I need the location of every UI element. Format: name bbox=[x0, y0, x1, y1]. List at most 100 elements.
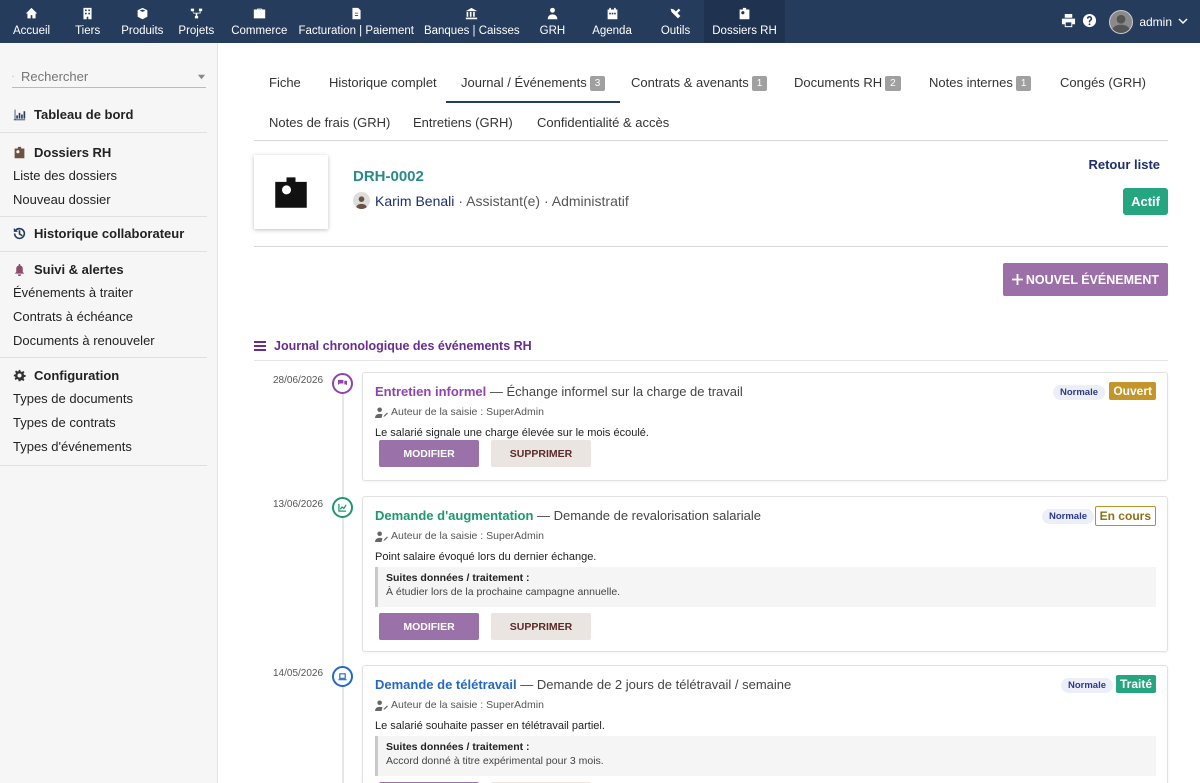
event-title: Entretien informel — Échange informel su… bbox=[375, 384, 743, 399]
caret-down-icon[interactable] bbox=[197, 69, 206, 84]
modify-button[interactable]: MODIFIER bbox=[379, 440, 479, 467]
tab-contrats[interactable]: Contrats & avenants 1 bbox=[616, 63, 782, 103]
tab-confidentialite[interactable]: Confidentialité & accès bbox=[522, 103, 684, 143]
followup-text: À étudier lors de la prochaine campagne … bbox=[386, 586, 621, 598]
sidebar-label: Dossiers RH bbox=[34, 145, 112, 160]
employee-details: · Assistant(e) · Administratif bbox=[458, 192, 629, 209]
tab-notes-frais[interactable]: Notes de frais (GRH) bbox=[254, 103, 405, 143]
list-icon bbox=[254, 341, 266, 351]
user-edit-icon bbox=[375, 699, 388, 711]
sidebar-item-liste-dossiers[interactable]: Liste des dossiers bbox=[13, 164, 207, 188]
event-title: Demande d'augmentation — Demande de reva… bbox=[375, 508, 761, 523]
tab-documents-rh[interactable]: Documents RH 2 bbox=[779, 63, 916, 103]
sidebar-item-types-evenements[interactable]: Types d'événements bbox=[13, 435, 207, 459]
nav-accueil[interactable]: Accueil bbox=[0, 0, 62, 43]
nav-facturation[interactable]: Facturation | Paiement bbox=[293, 0, 419, 43]
tools-icon bbox=[669, 7, 683, 21]
tab-label: Confidentialité & accès bbox=[537, 115, 670, 130]
event-dot bbox=[332, 373, 353, 394]
event-summary: — Échange informel sur la charge de trav… bbox=[489, 384, 743, 399]
delete-button[interactable]: SUPPRIMER bbox=[491, 440, 591, 467]
sidebar-section-suivi: Suivi & alertes Événements à traiter Con… bbox=[0, 252, 207, 358]
tab-entretiens[interactable]: Entretiens (GRH) bbox=[398, 103, 528, 143]
chart-icon bbox=[13, 109, 26, 121]
sidebar-label: Tableau de bord bbox=[34, 107, 134, 122]
nav-label: Outils bbox=[660, 24, 691, 37]
event-title: Demande de télétravail — Demande de 2 jo… bbox=[375, 677, 791, 692]
avatar[interactable] bbox=[1109, 9, 1134, 34]
tab-conges[interactable]: Congés (GRH) bbox=[1045, 63, 1161, 103]
followup-box: Suites données / traitement : À étudier … bbox=[375, 567, 1156, 607]
id-badge-icon bbox=[14, 146, 25, 159]
tab-journal[interactable]: Journal / Événements 3 bbox=[446, 63, 621, 103]
sidebar-item-documents-renouveler[interactable]: Documents à renouveler bbox=[13, 329, 207, 353]
username[interactable]: admin bbox=[1139, 15, 1172, 29]
nav-tiers[interactable]: Tiers bbox=[62, 0, 112, 43]
id-badge-icon bbox=[738, 7, 752, 21]
nav-outils[interactable]: Outils bbox=[647, 0, 704, 43]
tab-bar: Fiche Historique complet Journal / Événe… bbox=[254, 63, 1168, 141]
chart-line-icon bbox=[338, 503, 347, 512]
nav-commerce[interactable]: Commerce bbox=[220, 0, 293, 43]
sidebar-label: Historique collaborateur bbox=[34, 226, 185, 241]
sidebar-item-configuration[interactable]: Configuration bbox=[13, 358, 207, 387]
bell-icon bbox=[14, 263, 25, 276]
tab-fiche[interactable]: Fiche bbox=[254, 63, 316, 103]
new-event-label: NOUVEL ÉVÉNEMENT bbox=[1025, 272, 1159, 287]
user-edit-icon bbox=[375, 530, 388, 542]
print-icon[interactable] bbox=[1061, 13, 1076, 31]
tab-label: Documents RH bbox=[794, 75, 883, 90]
nav-produits[interactable]: Produits bbox=[112, 0, 172, 43]
sidebar-item-evenements[interactable]: Événements à traiter bbox=[13, 281, 207, 305]
nav-projets[interactable]: Projets bbox=[172, 0, 220, 43]
tab-label: Notes internes bbox=[929, 75, 1013, 90]
new-event-button[interactable]: NOUVEL ÉVÉNEMENT bbox=[1002, 263, 1168, 296]
back-to-list-link[interactable]: Retour liste bbox=[1088, 157, 1160, 172]
dossier-ref[interactable]: DRH-0002 bbox=[353, 168, 424, 185]
tab-historique-complet[interactable]: Historique complet bbox=[314, 63, 452, 103]
event-summary: — Demande de revalorisation salariale bbox=[537, 508, 762, 523]
comments-icon bbox=[338, 379, 347, 386]
sidebar-item-types-documents[interactable]: Types de documents bbox=[13, 387, 207, 411]
delete-button[interactable]: SUPPRIMER bbox=[491, 613, 591, 640]
sidebar-item-nouveau-dossier[interactable]: Nouveau dossier bbox=[13, 188, 207, 212]
calendar-icon bbox=[605, 7, 619, 21]
event-description: Point salaire évoqué lors du dernier éch… bbox=[375, 551, 597, 563]
sidebar-item-dashboard[interactable]: Tableau de bord bbox=[13, 96, 207, 126]
nav-label: GRH bbox=[539, 24, 566, 37]
event-author: Auteur de la saisie : SuperAdmin bbox=[375, 406, 544, 418]
chevron-down-icon[interactable] bbox=[1178, 14, 1188, 29]
nav-dossiers-rh[interactable]: Dossiers RH bbox=[704, 0, 785, 43]
help-icon[interactable] bbox=[1082, 13, 1097, 31]
employee-name[interactable]: Karim Benali bbox=[375, 193, 454, 209]
dossier-photo bbox=[254, 155, 328, 229]
event-summary: — Demande de 2 jours de télétravail / se… bbox=[520, 677, 792, 692]
event-type: Demande d'augmentation bbox=[375, 508, 534, 523]
tab-notes-internes[interactable]: Notes internes 1 bbox=[914, 63, 1046, 103]
home-icon bbox=[25, 7, 39, 21]
count-badge: 2 bbox=[885, 76, 901, 91]
top-menu: Accueil Tiers Produits Projets Commerce … bbox=[0, 0, 785, 43]
search-input[interactable] bbox=[21, 69, 197, 84]
event-card: Demande de télétravail — Demande de 2 jo… bbox=[362, 665, 1168, 783]
count-badge: 1 bbox=[1015, 76, 1032, 91]
cube-icon bbox=[135, 7, 149, 21]
nav-agenda[interactable]: Agenda bbox=[579, 0, 647, 43]
sidebar-item-contrats-echeance[interactable]: Contrats à échéance bbox=[13, 305, 207, 329]
top-right-tools: admin bbox=[1061, 0, 1200, 43]
nav-grh[interactable]: GRH bbox=[525, 0, 580, 43]
search-icon bbox=[12, 75, 14, 78]
event-date: 13/06/2026 bbox=[273, 499, 324, 510]
modify-button[interactable]: MODIFIER bbox=[379, 613, 479, 640]
search-box[interactable] bbox=[12, 66, 206, 88]
nav-banques[interactable]: Banques | Caisses bbox=[419, 0, 525, 43]
status-badge: En cours bbox=[1094, 506, 1156, 526]
nav-label: Dossiers RH bbox=[712, 24, 777, 37]
sidebar-item-dossiers-rh[interactable]: Dossiers RH bbox=[13, 133, 207, 164]
event-description: Le salarié signale une charge élevée sur… bbox=[375, 427, 649, 439]
sidebar-item-types-contrats[interactable]: Types de contrats bbox=[13, 411, 207, 435]
sidebar-item-historique[interactable]: Historique collaborateur bbox=[13, 217, 207, 245]
sidebar-item-suivi[interactable]: Suivi & alertes bbox=[13, 252, 207, 281]
priority-badge: Normale bbox=[1052, 385, 1105, 400]
timeline-line bbox=[342, 383, 344, 783]
